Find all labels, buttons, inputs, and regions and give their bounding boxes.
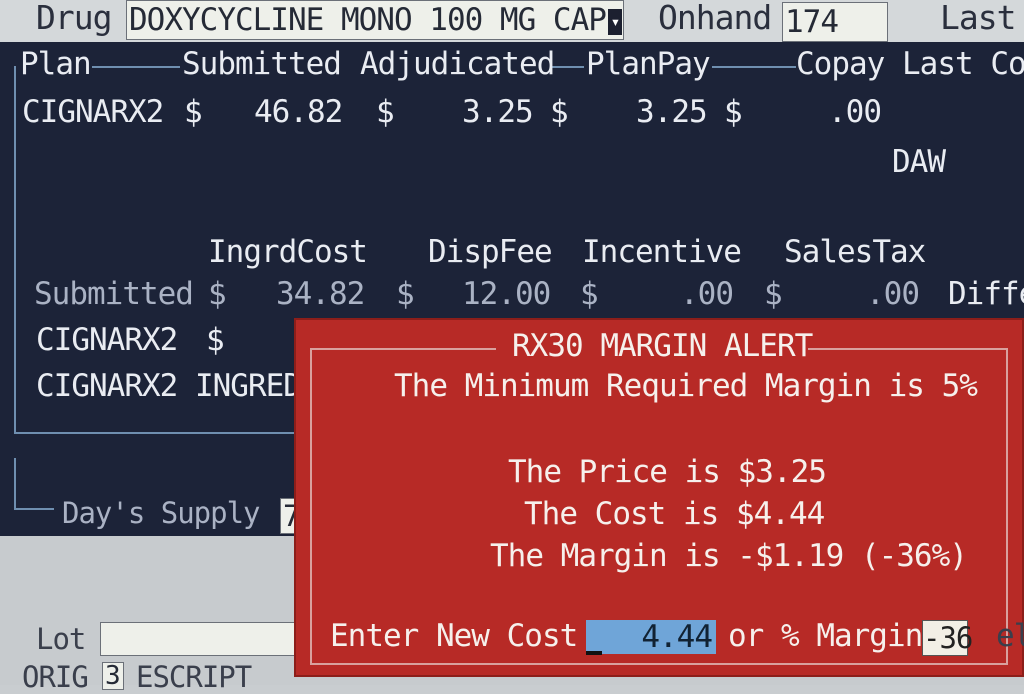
header-rule — [92, 66, 180, 68]
new-cost-input[interactable]: 4.44 — [586, 620, 716, 654]
row3-text: CIGNARX2 INGRED — [36, 368, 302, 404]
escript-text: ESCRIPT — [136, 660, 252, 694]
cost-text: The Cost is $4.44 — [524, 496, 825, 532]
drug-label: Drug — [36, 0, 112, 37]
currency: $ — [580, 276, 599, 312]
col-incentive: Incentive — [582, 234, 742, 270]
min-margin-text: The Minimum Required Margin is 5% — [394, 368, 978, 404]
frame-left — [14, 66, 16, 434]
salestax-value: .00 — [866, 276, 920, 312]
currency: $ — [206, 322, 225, 358]
frame-bottom-2 — [14, 508, 54, 510]
edge-text: el — [996, 618, 1024, 654]
lot-label: Lot — [36, 622, 86, 656]
currency: $ — [376, 94, 395, 130]
orig-field[interactable]: 3 — [102, 662, 124, 690]
col-adjudicated: Adjudicated — [360, 46, 555, 82]
currency: $ — [208, 276, 227, 312]
margin-alert-dialog: RX30 MARGIN ALERT The Minimum Required M… — [296, 320, 1024, 675]
col-copay: Copay — [796, 46, 885, 82]
or-margin-label: or % Margin — [728, 618, 923, 654]
currency: $ — [550, 94, 569, 130]
col-dispfee: DispFee — [428, 234, 553, 270]
col-planpay: PlanPay — [586, 46, 711, 82]
claim-copay: .00 — [828, 94, 882, 130]
claim-submitted: 46.82 — [254, 94, 343, 130]
currency: $ — [764, 276, 783, 312]
text-cursor — [586, 651, 602, 655]
alert-title: RX30 MARGIN ALERT — [512, 328, 813, 364]
onhand-field[interactable]: 174 — [782, 2, 888, 42]
row2-plan: CIGNARX2 — [36, 322, 178, 358]
col-last-co: Last Co — [902, 46, 1024, 82]
currency: $ — [396, 276, 415, 312]
margin-text: The Margin is -$1.19 (-36%) — [490, 538, 968, 574]
diff-label: Diffe — [948, 276, 1024, 312]
orig-label: ORIG — [22, 660, 89, 694]
incentive-value: .00 — [680, 276, 734, 312]
last-label: Last — [940, 0, 1016, 37]
col-submitted: Submitted — [182, 46, 342, 82]
col-salestax: SalesTax — [784, 234, 926, 270]
days-supply-label: Day's Supply — [62, 496, 261, 530]
currency: $ — [724, 94, 743, 130]
chevron-down-icon[interactable]: ▾ — [607, 8, 622, 35]
margin-percent-input[interactable]: -36 — [922, 620, 973, 656]
drug-select[interactable]: DOXYCYCLINE MONO 100 MG CAP ▾ — [126, 0, 624, 40]
alert-frame-top — [310, 348, 496, 350]
claim-adjudicated: 3.25 — [462, 94, 534, 130]
frame-left-2 — [14, 458, 16, 510]
enter-cost-label: Enter New Cost $ — [330, 618, 614, 654]
col-ingrdcost: IngrdCost — [208, 234, 368, 270]
daw-label: DAW — [892, 144, 946, 180]
frame-bottom — [14, 432, 304, 434]
top-bar: Drug DOXYCYCLINE MONO 100 MG CAP ▾ Onhand… — [0, 0, 1024, 42]
header-rule — [550, 66, 584, 68]
price-text: The Price is $3.25 — [508, 454, 827, 490]
onhand-label: Onhand — [658, 0, 772, 37]
drug-value: DOXYCYCLINE MONO 100 MG CAP — [129, 2, 607, 38]
col-plan: Plan — [20, 46, 92, 82]
lot-field[interactable] — [100, 622, 300, 656]
alert-frame-top — [808, 348, 1008, 350]
currency: $ — [184, 94, 203, 130]
header-rule — [712, 66, 796, 68]
submitted-label: Submitted — [34, 276, 194, 312]
ingrd-value: 34.82 — [276, 276, 365, 312]
dispfee-value: 12.00 — [462, 276, 551, 312]
claim-planpay: 3.25 — [636, 94, 708, 130]
claim-plan: CIGNARX2 — [22, 94, 164, 130]
